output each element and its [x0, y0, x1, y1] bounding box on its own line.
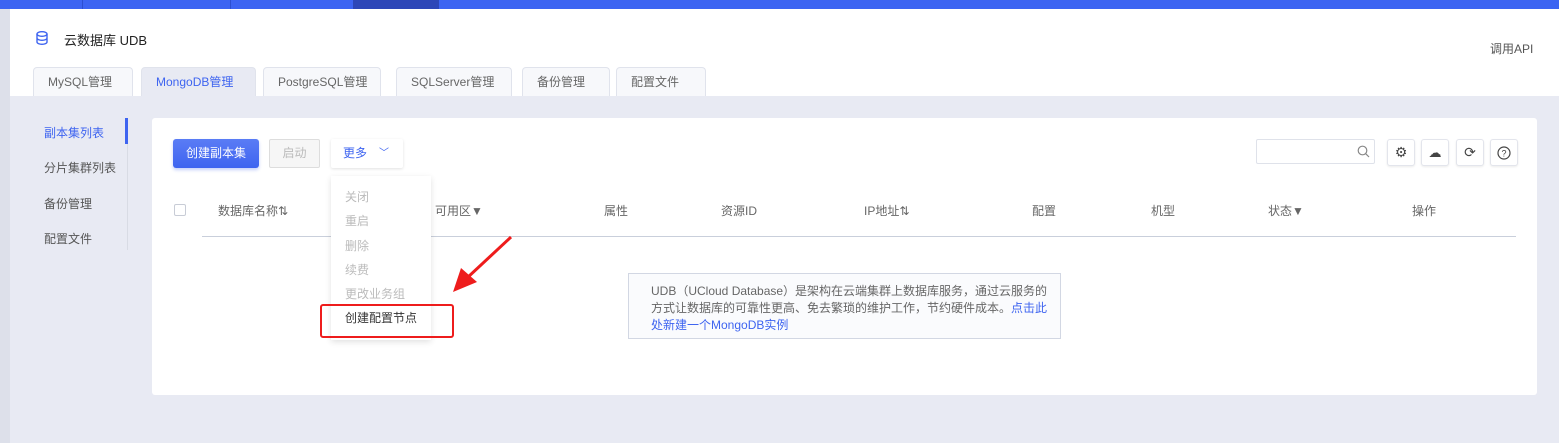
col-resource-id: 资源ID [721, 204, 758, 218]
empty-text: UDB（UCloud Database）是架构在云端集群上数据库服务，通过云服务… [651, 284, 1048, 315]
api-link[interactable]: 调用API [1490, 40, 1533, 57]
tab-mysql[interactable]: MySQL管理 [33, 67, 133, 96]
left-strip [0, 9, 10, 443]
download-button[interactable]: ☁ [1421, 139, 1449, 166]
page-title: 云数据库 UDB [64, 33, 148, 48]
menu-item-change-group[interactable]: 更改业务组 [345, 285, 405, 302]
database-icon [36, 31, 48, 45]
menu-item-close[interactable]: 关闭 [345, 188, 369, 205]
settings-button[interactable]: ⚙ [1387, 139, 1415, 166]
search-input[interactable] [1256, 139, 1375, 164]
col-actions: 操作 [1412, 204, 1437, 218]
col-machine-type: 机型 [1151, 204, 1176, 218]
col-status[interactable]: 状态▼ [1268, 202, 1304, 219]
tab-backup[interactable]: 备份管理 [522, 67, 610, 96]
highlight-box [320, 304, 454, 338]
refresh-icon: ⟳ [1464, 144, 1476, 160]
svg-text:?: ? [1501, 148, 1506, 158]
top-nav-bar [0, 0, 1559, 9]
empty-state-notice: UDB（UCloud Database）是架构在云端集群上数据库服务，通过云服务… [628, 273, 1061, 339]
sidebar-item-config[interactable]: 配置文件 [44, 230, 92, 247]
tab-mongodb[interactable]: MongoDB管理 [141, 67, 256, 96]
start-button[interactable]: 启动 [269, 139, 320, 168]
sidebar-item-sharded-clusters[interactable]: 分片集群列表 [44, 159, 116, 176]
menu-item-renew[interactable]: 续费 [345, 261, 369, 278]
help-icon: ? [1497, 145, 1511, 160]
sidebar-item-replica-sets[interactable]: 副本集列表 [44, 124, 104, 141]
gear-icon: ⚙ [1394, 144, 1408, 160]
annotation-arrow-icon [453, 235, 513, 292]
tab-config[interactable]: 配置文件 [616, 67, 706, 96]
refresh-button[interactable]: ⟳ [1456, 139, 1484, 166]
search-icon [1357, 145, 1370, 158]
create-replica-set-button[interactable]: 创建副本集 [173, 139, 259, 168]
select-all-checkbox[interactable] [174, 204, 186, 216]
col-db-name[interactable]: 数据库名称⇅ [218, 202, 288, 219]
help-button[interactable]: ? [1490, 139, 1518, 166]
more-dropdown-button[interactable]: 更多 ﹀ [331, 139, 403, 168]
menu-item-delete[interactable]: 删除 [345, 237, 369, 254]
cloud-download-icon: ☁ [1428, 144, 1442, 160]
tab-sqlserver[interactable]: SQLServer管理 [396, 67, 512, 96]
col-ip[interactable]: IP地址⇅ [864, 202, 909, 219]
col-config: 配置 [1032, 204, 1057, 218]
more-label: 更多 [343, 146, 368, 160]
col-zone[interactable]: 可用区▼ [435, 202, 483, 219]
col-attribute: 属性 [604, 204, 629, 218]
tab-postgresql[interactable]: PostgreSQL管理 [263, 67, 381, 96]
chevron-down-icon: ﹀ [379, 148, 389, 159]
menu-item-restart[interactable]: 重启 [345, 212, 369, 229]
sidebar-item-backup[interactable]: 备份管理 [44, 195, 92, 212]
sidebar-active-indicator [125, 118, 128, 144]
